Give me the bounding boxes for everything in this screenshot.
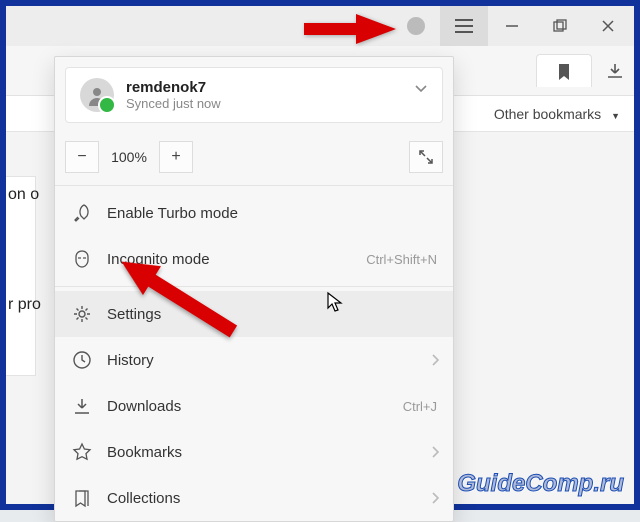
- avatar: [80, 78, 114, 112]
- menu-item-collections[interactable]: Collections: [55, 475, 453, 521]
- menu-label: Downloads: [107, 398, 181, 415]
- menu-label: Settings: [107, 306, 161, 323]
- zoom-in-button[interactable]: +: [159, 141, 193, 173]
- bookmark-tab[interactable]: [536, 54, 592, 87]
- rocket-icon: [71, 202, 93, 224]
- person-icon: [86, 84, 108, 106]
- other-bookmarks-button[interactable]: Other bookmarks ▼: [494, 106, 620, 122]
- chevron-right-icon: [431, 354, 439, 366]
- menu-shortcut: Ctrl+J: [403, 399, 437, 414]
- cursor-icon: [326, 291, 344, 313]
- download-button[interactable]: [606, 62, 624, 80]
- side-panel: [6, 176, 36, 376]
- hamburger-icon: [455, 19, 473, 33]
- download-icon: [71, 395, 93, 417]
- menu-label: History: [107, 352, 154, 369]
- page-text-fragment: on o: [8, 186, 39, 204]
- zoom-out-button[interactable]: −: [65, 141, 99, 173]
- bookmark-icon: [557, 63, 571, 81]
- maximize-button[interactable]: [536, 6, 584, 46]
- circle-icon: [405, 15, 427, 37]
- menu-item-history[interactable]: History: [55, 337, 453, 383]
- menu-item-settings[interactable]: Settings: [55, 291, 453, 337]
- annotation-arrow: [356, 14, 396, 44]
- separator: [55, 286, 453, 287]
- minus-icon: −: [77, 148, 86, 166]
- other-bookmarks-label: Other bookmarks: [494, 106, 601, 122]
- close-icon: [601, 19, 615, 33]
- chevron-right-icon: [431, 446, 439, 458]
- gear-icon: [71, 303, 93, 325]
- menu-label: Enable Turbo mode: [107, 205, 238, 222]
- history-icon: [71, 349, 93, 371]
- close-button[interactable]: [584, 6, 632, 46]
- account-status: Synced just now: [126, 96, 221, 111]
- menu-label: Collections: [107, 490, 180, 507]
- fullscreen-icon: [418, 149, 434, 165]
- hamburger-button[interactable]: [440, 6, 488, 46]
- star-icon: [71, 441, 93, 463]
- menu-shortcut: Ctrl+Shift+N: [366, 252, 437, 267]
- minimize-button[interactable]: [488, 6, 536, 46]
- maximize-icon: [553, 19, 567, 33]
- separator: [55, 185, 453, 186]
- menu-item-downloads[interactable]: Downloads Ctrl+J: [55, 383, 453, 429]
- incognito-icon: [71, 248, 93, 270]
- menu-item-turbo[interactable]: Enable Turbo mode: [55, 190, 453, 236]
- zoom-value: 100%: [99, 149, 159, 165]
- watermark: GuideComp.ru: [457, 470, 624, 498]
- collections-icon: [71, 487, 93, 509]
- download-icon: [606, 62, 624, 80]
- menu-label: Bookmarks: [107, 444, 182, 461]
- zoom-row: − 100% +: [55, 133, 453, 181]
- account-card[interactable]: remdenok7 Synced just now: [65, 67, 443, 123]
- account-name: remdenok7: [126, 79, 221, 96]
- minimize-icon: [505, 19, 519, 33]
- chevron-down-icon: [414, 84, 428, 94]
- main-menu: remdenok7 Synced just now − 100% + Enabl…: [54, 56, 454, 522]
- chevron-right-icon: [431, 492, 439, 504]
- page-text-fragment: r pro: [8, 296, 41, 314]
- fullscreen-button[interactable]: [409, 141, 443, 173]
- caret-down-icon: ▼: [611, 111, 620, 121]
- menu-item-bookmarks[interactable]: Bookmarks: [55, 429, 453, 475]
- plus-icon: +: [171, 148, 180, 166]
